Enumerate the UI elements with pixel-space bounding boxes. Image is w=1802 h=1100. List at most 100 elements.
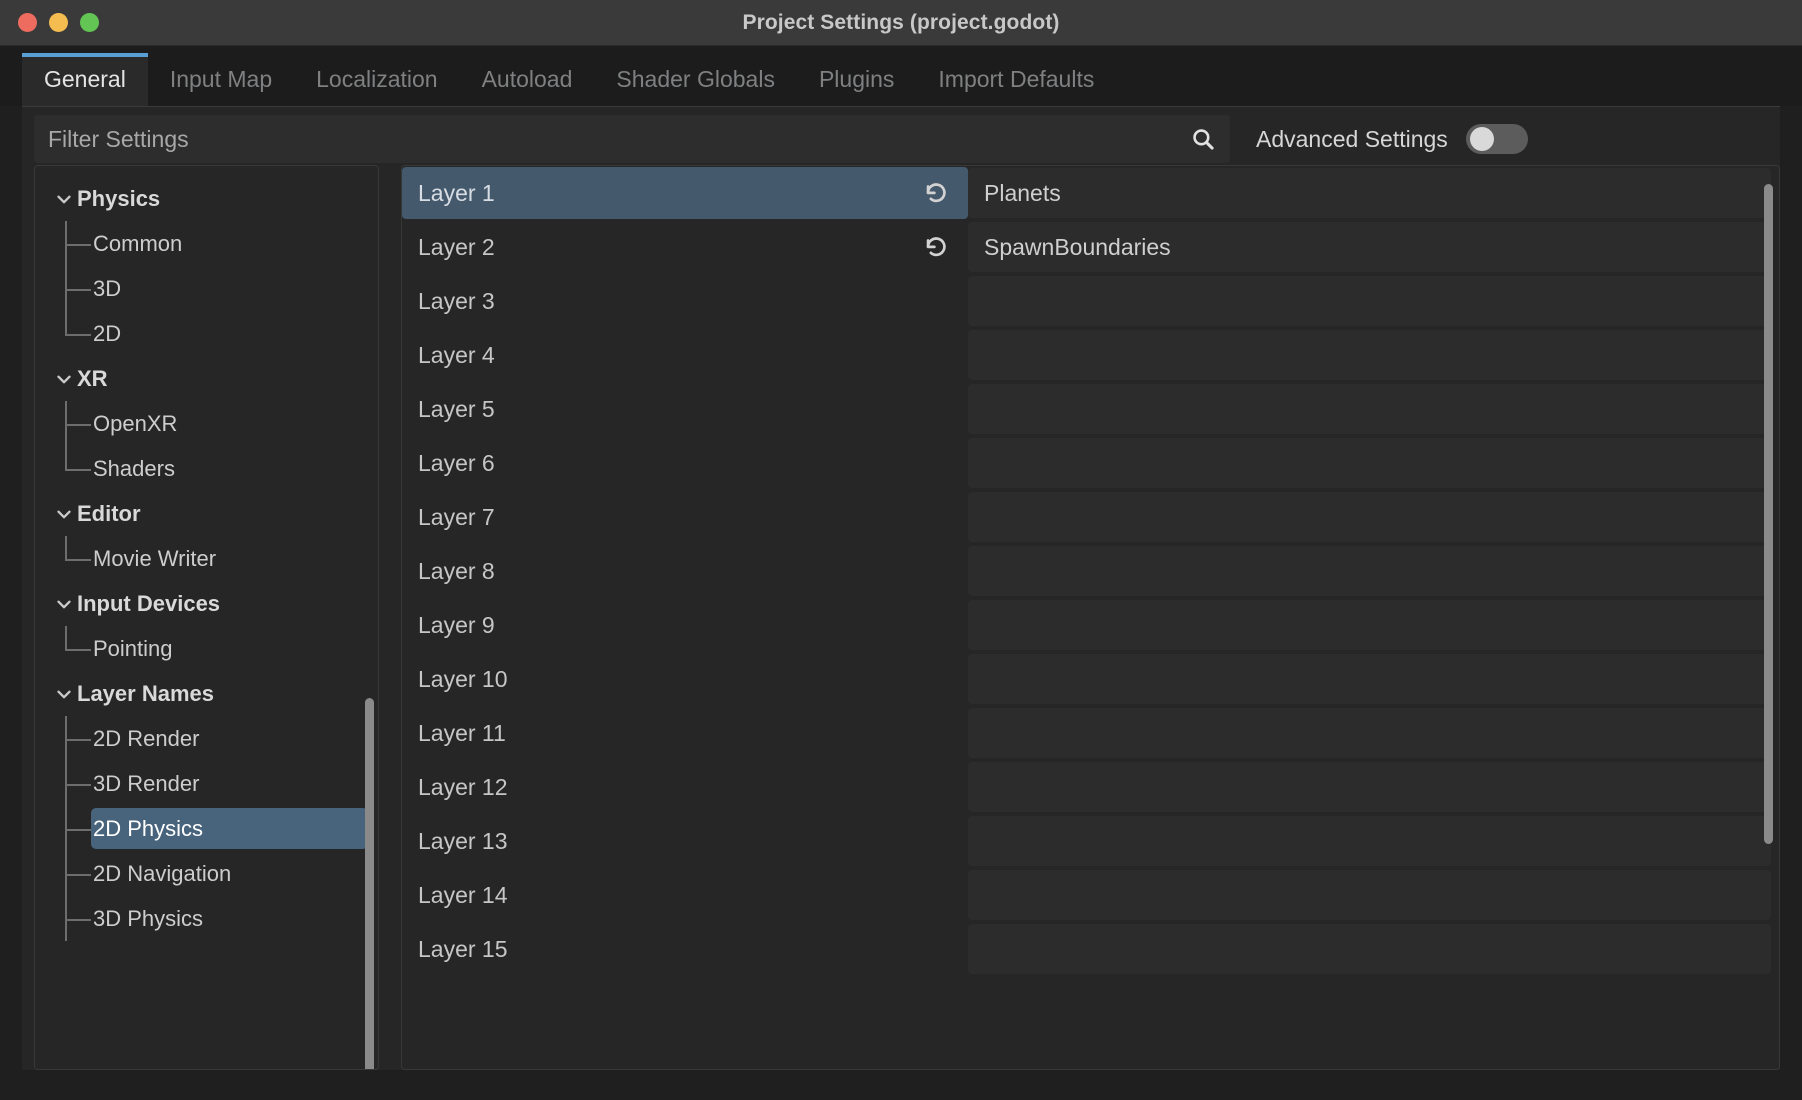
layer-value-input[interactable] — [984, 827, 1755, 855]
layer-name-label[interactable]: Layer 1 — [402, 167, 968, 219]
layer-name-label[interactable]: Layer 13 — [402, 815, 968, 867]
sidebar-item-common[interactable]: Common — [35, 221, 378, 266]
layer-row[interactable]: Layer 7 — [402, 490, 1779, 544]
layer-value-input[interactable] — [984, 719, 1755, 747]
sidebar-item-input-devices[interactable]: Input Devices — [35, 581, 378, 626]
layer-name-label[interactable]: Layer 4 — [402, 329, 968, 381]
tab-input-map[interactable]: Input Map — [148, 53, 294, 106]
sidebar-item-movie-writer[interactable]: Movie Writer — [35, 536, 378, 581]
layer-row[interactable]: Layer 9 — [402, 598, 1779, 652]
tab-general[interactable]: General — [22, 53, 148, 106]
layer-name-label[interactable]: Layer 10 — [402, 653, 968, 705]
tab-plugins[interactable]: Plugins — [797, 53, 916, 106]
sidebar-item-editor[interactable]: Editor — [35, 491, 378, 536]
layer-value-input[interactable] — [984, 773, 1755, 801]
layer-value-field[interactable] — [968, 870, 1771, 920]
layer-row[interactable]: Layer 13 — [402, 814, 1779, 868]
layer-name-label[interactable]: Layer 2 — [402, 221, 968, 273]
sidebar-item-shaders[interactable]: Shaders — [35, 446, 378, 491]
layer-value-field[interactable] — [968, 384, 1771, 434]
layer-value-input[interactable] — [984, 881, 1755, 909]
sidebar-item-label: Physics — [77, 185, 161, 211]
layer-value-field[interactable] — [968, 168, 1771, 218]
layer-value-field[interactable] — [968, 654, 1771, 704]
sidebar-item-3d-render[interactable]: 3D Render — [35, 761, 378, 806]
sidebar-item-physics[interactable]: Physics — [35, 176, 378, 221]
layer-value-field[interactable] — [968, 816, 1771, 866]
sidebar-item-2d-render[interactable]: 2D Render — [35, 716, 378, 761]
layer-name-label[interactable]: Layer 3 — [402, 275, 968, 327]
layer-row[interactable]: Layer 5 — [402, 382, 1779, 436]
layer-value-field[interactable] — [968, 330, 1771, 380]
sidebar-item-xr[interactable]: XR — [35, 356, 378, 401]
revert-icon[interactable] — [922, 233, 950, 261]
layer-row[interactable]: Layer 3 — [402, 274, 1779, 328]
sidebar-item-3d[interactable]: 3D — [35, 266, 378, 311]
layer-name-label[interactable]: Layer 6 — [402, 437, 968, 489]
layer-name-label[interactable]: Layer 7 — [402, 491, 968, 543]
layer-value-input[interactable] — [984, 287, 1755, 315]
layer-value-field[interactable] — [968, 276, 1771, 326]
layer-value-field[interactable] — [968, 546, 1771, 596]
layer-name-label[interactable]: Layer 11 — [402, 707, 968, 759]
layer-value-field[interactable] — [968, 438, 1771, 488]
layer-value-input[interactable] — [984, 395, 1755, 423]
layer-value-field[interactable] — [968, 222, 1771, 272]
tab-shader-globals[interactable]: Shader Globals — [594, 53, 797, 106]
layer-value-input[interactable] — [984, 935, 1755, 963]
layer-value-input[interactable] — [984, 665, 1755, 693]
layer-name-label[interactable]: Layer 14 — [402, 869, 968, 921]
chevron-down-icon[interactable] — [53, 593, 75, 615]
chevron-down-icon[interactable] — [53, 368, 75, 390]
chevron-down-icon[interactable] — [53, 683, 75, 705]
sidebar-item-2d[interactable]: 2D — [35, 311, 378, 356]
revert-icon[interactable] — [922, 179, 950, 207]
layer-row[interactable]: Layer 1 — [402, 166, 1779, 220]
layer-name-label[interactable]: Layer 9 — [402, 599, 968, 651]
layers-scrollbar[interactable] — [1764, 184, 1773, 844]
layer-value-input[interactable] — [984, 341, 1755, 369]
layer-value-input[interactable] — [984, 179, 1755, 207]
tab-autoload[interactable]: Autoload — [460, 53, 595, 106]
tree-scrollbar[interactable] — [365, 698, 374, 1069]
tab-import-defaults[interactable]: Import Defaults — [916, 53, 1116, 106]
sidebar-item-openxr[interactable]: OpenXR — [35, 401, 378, 446]
chevron-down-icon[interactable] — [53, 503, 75, 525]
advanced-settings-group[interactable]: Advanced Settings — [1256, 124, 1528, 154]
sidebar-item-2d-navigation[interactable]: 2D Navigation — [35, 851, 378, 896]
layer-row[interactable]: Layer 12 — [402, 760, 1779, 814]
filter-settings-box[interactable] — [34, 115, 1230, 163]
layer-value-input[interactable] — [984, 449, 1755, 477]
sidebar-item-layer-names[interactable]: Layer Names — [35, 671, 378, 716]
layer-row[interactable]: Layer 6 — [402, 436, 1779, 490]
sidebar-item-pointing[interactable]: Pointing — [35, 626, 378, 671]
chevron-down-icon[interactable] — [53, 188, 75, 210]
layer-value-field[interactable] — [968, 492, 1771, 542]
layer-row[interactable]: Layer 15 — [402, 922, 1779, 976]
layer-value-input[interactable] — [984, 503, 1755, 531]
layer-value-field[interactable] — [968, 600, 1771, 650]
layer-row[interactable]: Layer 10 — [402, 652, 1779, 706]
layer-names-list[interactable]: Layer 1 Layer 2 Layer 3 Layer 4 Layer 5 Layer… — [401, 165, 1780, 1070]
advanced-settings-toggle[interactable] — [1465, 124, 1528, 154]
layer-value-input[interactable] — [984, 233, 1755, 261]
layer-value-input[interactable] — [984, 557, 1755, 585]
layer-value-field[interactable] — [968, 708, 1771, 758]
layer-row[interactable]: Layer 14 — [402, 868, 1779, 922]
settings-category-tree[interactable]: Physics Common 3D 2D XR OpenXR Shaders Editor Mo… — [34, 165, 379, 1070]
sidebar-item-2d-physics[interactable]: 2D Physics — [35, 806, 378, 851]
layer-value-field[interactable] — [968, 924, 1771, 974]
layer-name-label[interactable]: Layer 5 — [402, 383, 968, 435]
layer-name-label[interactable]: Layer 8 — [402, 545, 968, 597]
layer-row[interactable]: Layer 11 — [402, 706, 1779, 760]
sidebar-item-3d-physics[interactable]: 3D Physics — [35, 896, 378, 941]
layer-name-label[interactable]: Layer 12 — [402, 761, 968, 813]
layer-row[interactable]: Layer 8 — [402, 544, 1779, 598]
layer-row[interactable]: Layer 4 — [402, 328, 1779, 382]
layer-name-label[interactable]: Layer 15 — [402, 923, 968, 975]
filter-settings-input[interactable] — [48, 125, 1190, 153]
layer-row[interactable]: Layer 2 — [402, 220, 1779, 274]
layer-value-field[interactable] — [968, 762, 1771, 812]
layer-value-input[interactable] — [984, 611, 1755, 639]
tab-localization[interactable]: Localization — [294, 53, 459, 106]
